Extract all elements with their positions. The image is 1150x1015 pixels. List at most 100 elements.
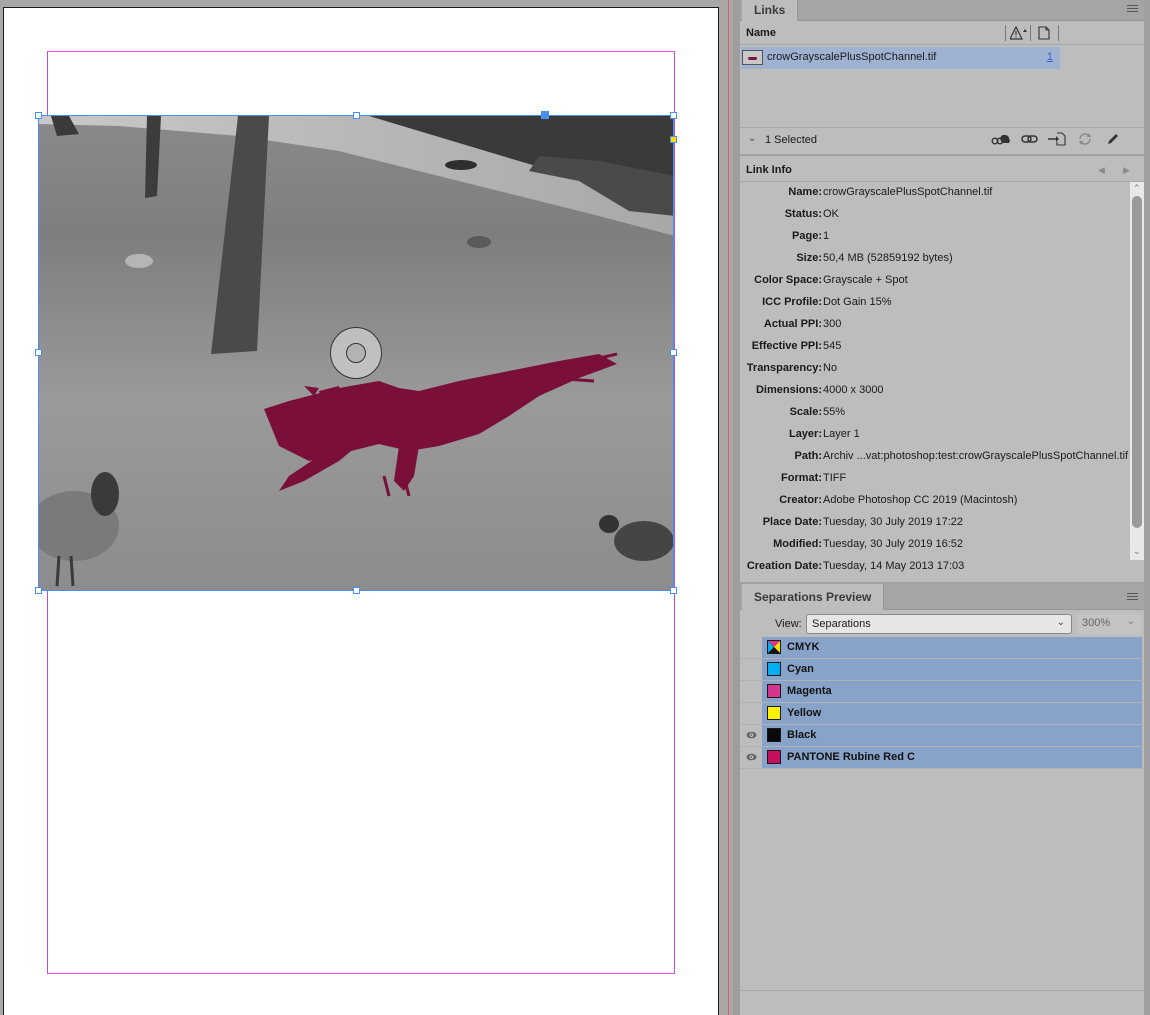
separation-item[interactable]: CMYK	[762, 637, 1142, 658]
column-divider[interactable]	[1030, 25, 1031, 41]
content-grabber[interactable]	[330, 327, 382, 379]
scroll-down-icon[interactable]: ⌄	[1133, 546, 1141, 557]
link-info-value: TIFF	[823, 472, 847, 484]
frame-handle-bottom-right[interactable]	[670, 587, 677, 594]
link-info-title: Link Info	[746, 164, 792, 176]
frame-handle-top-right[interactable]	[670, 112, 677, 119]
link-info-value: Layer 1	[823, 428, 860, 440]
page-icon[interactable]	[1038, 26, 1050, 43]
content-grabber-center[interactable]	[346, 343, 366, 363]
separation-item[interactable]: Yellow	[762, 703, 1142, 724]
frame-handle-bottom-left[interactable]	[35, 587, 42, 594]
frame-handle-middle-right[interactable]	[670, 349, 677, 356]
links-panel-menu-icon[interactable]	[1127, 5, 1138, 14]
link-info-label: Size:	[796, 252, 822, 264]
separation-item[interactable]: Cyan	[762, 659, 1142, 680]
visibility-toggle[interactable]	[740, 703, 762, 724]
tab-separations-preview[interactable]: Separations Preview	[742, 584, 885, 610]
separation-row[interactable]: CMYK	[740, 637, 1144, 659]
link-info-value: 545	[823, 340, 842, 352]
view-dropdown[interactable]: Separations ⌄	[806, 614, 1072, 634]
visibility-toggle[interactable]	[740, 747, 762, 768]
link-info-value: Grayscale + Spot	[823, 274, 908, 286]
frame-handle-middle-left[interactable]	[35, 349, 42, 356]
link-info-label: Status:	[784, 208, 822, 220]
panel-dock-edge[interactable]	[733, 0, 740, 1015]
links-status-bar: ⌄ 1 Selected	[740, 127, 1144, 152]
link-info-label: Name:	[788, 186, 822, 198]
separation-name: Magenta	[787, 685, 832, 697]
link-row[interactable]: crowGrayscalePlusSpotChannel.tif 1	[741, 47, 1060, 69]
previous-link-icon[interactable]: ◀	[1098, 165, 1105, 176]
link-info-row: Layer: Layer 1	[740, 425, 1130, 447]
link-info-label: Layer:	[788, 428, 822, 440]
next-link-icon[interactable]: ▶	[1123, 165, 1130, 176]
edit-original-icon[interactable]	[1106, 132, 1124, 148]
update-link-icon[interactable]	[1077, 132, 1095, 148]
link-info-value: OK	[823, 208, 839, 220]
link-info-label: Effective PPI:	[751, 340, 822, 352]
tab-links[interactable]: Links	[742, 0, 799, 21]
column-guide-line	[728, 0, 729, 1015]
link-info-row: Creator: Adobe Photoshop CC 2019 (Macinto…	[740, 491, 1130, 513]
separation-row[interactable]: Cyan	[740, 659, 1144, 681]
go-to-link-icon[interactable]	[1048, 132, 1066, 148]
link-info-label: Creator:	[779, 494, 822, 506]
frame-handle-bottom-center[interactable]	[353, 587, 360, 594]
live-corners-handle[interactable]	[670, 136, 677, 143]
column-divider[interactable]	[1058, 25, 1059, 41]
separation-item[interactable]: PANTONE Rubine Red C	[762, 747, 1142, 768]
link-info-value: Tuesday, 14 May 2013 17:03	[823, 560, 965, 572]
view-label: View:	[775, 618, 802, 630]
warning-sort-icon[interactable]	[1009, 25, 1028, 43]
separation-item[interactable]: Magenta	[762, 681, 1142, 702]
dock-right-edge	[1144, 0, 1150, 1015]
visibility-toggle[interactable]	[740, 725, 762, 746]
column-name[interactable]: Name	[746, 27, 776, 39]
visibility-toggle[interactable]	[740, 637, 762, 658]
chevron-down-icon: ⌄	[1126, 616, 1135, 627]
zoom-dropdown[interactable]: 300% ⌄	[1077, 614, 1141, 634]
column-divider[interactable]	[1005, 25, 1006, 41]
link-info-label: Actual PPI:	[763, 318, 822, 330]
panel-dock: Links Name crowGrayscalePlusSpotChannel.…	[740, 0, 1150, 1015]
separation-name: CMYK	[787, 641, 820, 653]
scrollbar-thumb[interactable]	[1132, 196, 1142, 528]
separation-name: PANTONE Rubine Red C	[787, 751, 915, 763]
frame-handle-top-left[interactable]	[35, 112, 42, 119]
relink-icon[interactable]	[1021, 132, 1039, 148]
visibility-toggle[interactable]	[740, 681, 762, 702]
link-info-label: Format:	[781, 472, 822, 484]
link-info-row: Status: OK	[740, 205, 1130, 227]
separation-item[interactable]: Black	[762, 725, 1142, 746]
frame-handle-top-center[interactable]	[353, 112, 360, 119]
link-info-value: Dot Gain 15%	[823, 296, 892, 308]
corner-radius-handle[interactable]	[541, 111, 549, 119]
scroll-up-icon[interactable]: ⌃	[1133, 183, 1141, 194]
separations-panel-menu-icon[interactable]	[1127, 593, 1138, 602]
link-info-row: Transparency: No	[740, 359, 1130, 381]
link-info-row: ICC Profile: Dot Gain 15%	[740, 293, 1130, 315]
link-info-label: Color Space:	[754, 274, 822, 286]
pasteboard[interactable]	[0, 0, 732, 1015]
link-info-value: 300	[823, 318, 842, 330]
chevron-down-icon[interactable]: ⌄	[748, 133, 756, 144]
relink-cc-libraries-icon[interactable]	[991, 132, 1010, 148]
visibility-toggle[interactable]	[740, 659, 762, 680]
link-info-label: Place Date:	[762, 516, 822, 528]
distant-crow	[445, 160, 477, 170]
link-info-row: Size: 50,4 MB (52859192 bytes)	[740, 249, 1130, 271]
link-info-row: Page: 1	[740, 227, 1130, 249]
separation-row[interactable]: Yellow	[740, 703, 1144, 725]
link-page-number[interactable]: 1	[1047, 51, 1053, 63]
link-info-label: Dimensions:	[755, 384, 822, 396]
link-info-scrollbar[interactable]: ⌃ ⌄	[1130, 182, 1144, 560]
link-info-value: No	[823, 362, 838, 374]
separation-row[interactable]: Black	[740, 725, 1144, 747]
link-info-value: 50,4 MB (52859192 bytes)	[823, 252, 953, 264]
separation-row[interactable]: Magenta	[740, 681, 1144, 703]
link-info-label: Path:	[794, 450, 823, 462]
link-info-header: Link Info ◀ ▶	[740, 154, 1144, 182]
separation-row[interactable]: PANTONE Rubine Red C	[740, 747, 1144, 769]
link-info-label: Transparency:	[746, 362, 822, 374]
